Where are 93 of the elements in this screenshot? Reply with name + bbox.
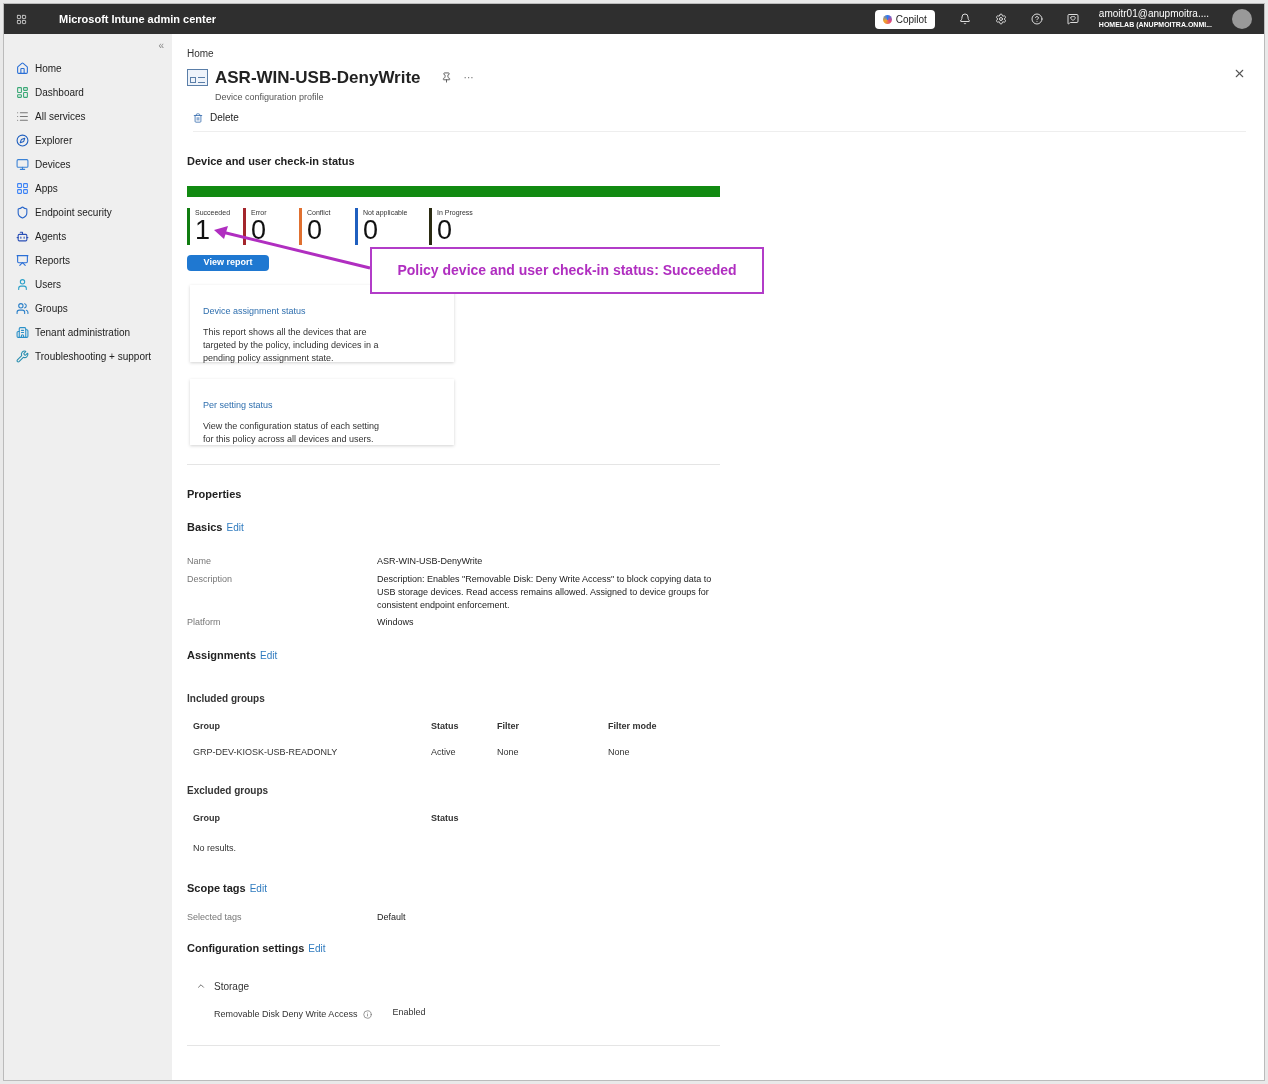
apps-icon [16, 181, 29, 195]
sidebar-item[interactable]: Devices [4, 152, 172, 176]
field-value: ASR-WIN-USB-DenyWrite [377, 554, 484, 568]
column-header: Filter mode [608, 719, 658, 733]
field-label: Selected tags [187, 910, 243, 924]
table-cell-text: Active [431, 745, 457, 759]
feedback-icon[interactable] [1066, 13, 1079, 25]
dashboard-icon [16, 85, 29, 99]
edit-link[interactable]: Edit [249, 881, 267, 897]
column-header: Group [193, 719, 221, 733]
copilot-button[interactable]: Copilot [874, 9, 935, 29]
settings-icon[interactable] [994, 13, 1007, 25]
subsection-heading: Included groups [187, 693, 265, 705]
table-cell-text: None [608, 745, 631, 759]
more-button[interactable]: ··· [463, 70, 474, 86]
status-count: 0 [251, 217, 267, 244]
copilot-icon [882, 14, 892, 24]
column-header: Filter [497, 719, 520, 733]
empty-message: No results. [193, 843, 236, 854]
column-header: Status [431, 719, 460, 733]
table-cell-text: None [497, 745, 520, 759]
sidebar-item[interactable]: Agents [4, 224, 172, 248]
field-label: Name [187, 554, 212, 568]
trash-icon [193, 112, 203, 123]
column-header: Group [193, 811, 221, 825]
card-text: This report shows all the devices that are targeted by the policy, including devices in a pending policy assignment state. [203, 326, 380, 366]
field-value: Windows [377, 615, 415, 629]
status-count: 0 [437, 217, 453, 244]
field-label: Platform [187, 615, 222, 629]
sidebar-item[interactable]: Apps [4, 176, 172, 200]
edit-link[interactable]: Edit [308, 941, 326, 957]
sidebar-item[interactable]: Reports [4, 248, 172, 272]
sidebar-item[interactable]: Users [4, 272, 172, 296]
settings-group-title[interactable]: Storage [214, 978, 250, 994]
section-heading: Properties [187, 488, 242, 501]
page-subtitle: Device configuration profile [215, 90, 325, 104]
pin-icon[interactable] [440, 72, 452, 84]
section-heading: Basics [187, 520, 223, 536]
groups-icon [16, 301, 29, 315]
sidebar-item[interactable]: Endpoint security [4, 200, 172, 224]
section-heading: Assignments [187, 647, 257, 663]
app-title: Microsoft Intune admin center [59, 11, 217, 27]
status-count: 1 [195, 217, 212, 244]
page-title: ASR-WIN-USB-DenyWrite [215, 67, 421, 89]
report-card[interactable]: Device assignment status This report shows all the devices that are targeted by the policy, including devices in a pending policy assignment state. [190, 285, 454, 363]
sidebar-item[interactable]: Troubleshooting + support [4, 344, 172, 368]
breadcrumb[interactable]: Home [187, 48, 214, 59]
sidebar-item[interactable]: All services [4, 104, 172, 128]
list-icon [16, 109, 29, 123]
table-cell-text: GRP-DEV-KIOSK-USB-READONLY [193, 745, 339, 759]
tools-icon [16, 349, 29, 363]
setting-name: Removable Disk Deny Write Access [214, 1007, 358, 1021]
status-count: 0 [307, 217, 324, 244]
explorer-icon [16, 133, 29, 147]
notifications-icon[interactable] [958, 13, 971, 25]
close-icon[interactable] [1233, 67, 1246, 80]
account-name: amoitr01@anupmoitra.... [1098, 8, 1211, 21]
status-count: 0 [363, 217, 379, 244]
profile-icon [187, 69, 208, 86]
agents-icon [16, 229, 29, 243]
help-icon[interactable] [1030, 13, 1043, 25]
view-report-button[interactable]: View report [187, 255, 269, 271]
devices-icon [16, 157, 29, 171]
info-icon[interactable] [363, 1010, 373, 1019]
card-title: Per setting status [203, 400, 273, 411]
section-heading: Scope tags [187, 881, 246, 897]
home-icon [16, 61, 29, 75]
sidebar-item[interactable]: Groups [4, 296, 172, 320]
edit-link[interactable]: Edit [226, 520, 244, 536]
card-text: View the configuration status of each setting for this policy across all devices and users. [203, 420, 380, 447]
avatar[interactable] [1232, 9, 1252, 29]
reports-icon [16, 253, 29, 267]
sidebar-item[interactable]: Tenant administration [4, 320, 172, 344]
security-icon [16, 205, 29, 219]
column-header: Status [431, 811, 460, 825]
field-value: Description: Enables "Removable Disk: Deny Write Access" to block copying data to USB storage devices. Read access remains allowed. Assigned to device groups for consistent endpoint enforcement. [377, 572, 713, 612]
section-heading: Configuration settings [187, 941, 305, 957]
field-label: Description [187, 572, 234, 586]
edit-link[interactable]: Edit [260, 647, 278, 663]
subsection-heading: Excluded groups [187, 785, 269, 797]
sidebar-item[interactable]: Explorer [4, 128, 172, 152]
report-card[interactable]: Per setting status View the configuration status of each setting for this policy across all devices and users. [190, 379, 454, 446]
app-launcher-icon[interactable] [16, 13, 27, 25]
section-heading: Device and user check-in status [187, 155, 355, 167]
setting-value: Enabled [392, 1005, 426, 1019]
card-title: Device assignment status [203, 306, 306, 317]
tenant-icon [16, 325, 29, 339]
sidebar-item[interactable]: Home [4, 56, 172, 80]
users-icon [16, 277, 29, 291]
sidebar-item[interactable]: Dashboard [4, 80, 172, 104]
delete-button[interactable]: Delete [193, 110, 239, 125]
annotation-callout: Policy device and user check-in status: Succeeded [370, 247, 764, 294]
field-value: Default [377, 910, 406, 924]
